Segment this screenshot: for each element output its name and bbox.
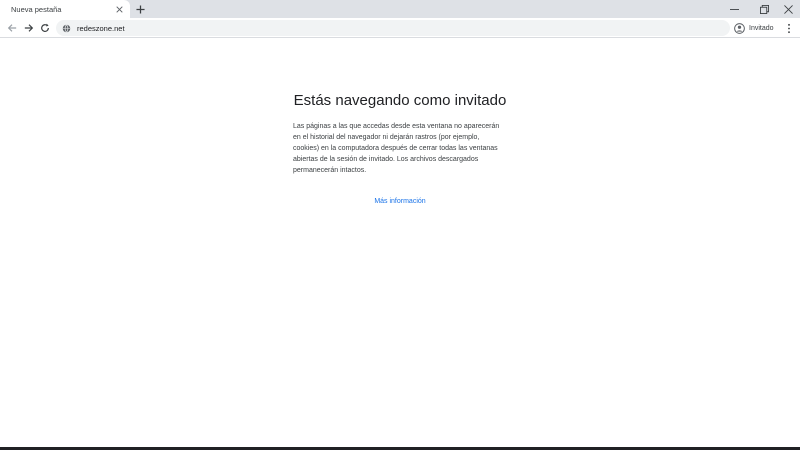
- globe-icon[interactable]: [62, 24, 71, 33]
- browser-toolbar: redeszone.net Invitado: [0, 18, 800, 38]
- profile-label: Invitado: [749, 24, 774, 32]
- window-close-icon[interactable]: [773, 0, 800, 18]
- account-icon: [734, 22, 745, 34]
- back-arrow-icon[interactable]: [4, 20, 20, 36]
- more-info-link[interactable]: Más información: [0, 198, 800, 205]
- tab-new-tab[interactable]: Nueva pestaña: [0, 0, 130, 18]
- reload-icon[interactable]: [37, 20, 53, 36]
- address-bar[interactable]: redeszone.net: [56, 20, 730, 36]
- new-tab-plus-icon[interactable]: [133, 2, 147, 16]
- profile-button[interactable]: Invitado: [734, 20, 778, 36]
- kebab-menu-icon[interactable]: [782, 20, 796, 36]
- url-text[interactable]: redeszone.net: [77, 24, 125, 33]
- guest-description: Las páginas a las que accedas desde esta…: [293, 123, 500, 174]
- tab-title: Nueva pestaña: [11, 4, 62, 14]
- guest-page: Estás navegando como invitado Las página…: [0, 39, 800, 447]
- page-title: Estás navegando como invitado: [293, 92, 507, 109]
- tab-strip: Nueva pestaña: [0, 0, 800, 18]
- forward-arrow-icon[interactable]: [21, 20, 37, 36]
- window-minimize-icon[interactable]: [719, 0, 749, 18]
- tab-close-icon[interactable]: [112, 2, 126, 16]
